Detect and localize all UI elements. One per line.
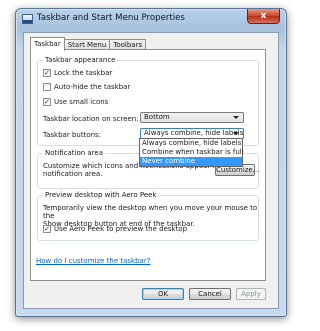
taskbar-appearance-group: Taskbar appearance ✓ Lock the taskbar Au… <box>37 56 259 146</box>
help-link[interactable]: How do I customize the taskbar? <box>36 257 150 265</box>
taskbar-location-label: Taskbar location on screen: <box>43 115 139 123</box>
dropdown-option-highlighted[interactable]: Never combine <box>140 157 242 166</box>
dialog-client: Taskbar Start Menu Toolbars Taskbar appe… <box>23 32 279 309</box>
window-icon <box>22 14 33 24</box>
ok-button[interactable]: OK <box>142 288 184 300</box>
lock-taskbar-label: Lock the taskbar <box>54 69 113 77</box>
small-icons-label: Use small icons <box>54 98 109 106</box>
taskbar-location-combo[interactable]: Bottom <box>140 112 244 123</box>
taskbar-buttons-value: Always combine, hide labels <box>144 129 244 137</box>
properties-window: Taskbar and Start Menu Properties x Task… <box>15 8 287 317</box>
taskbar-appearance-legend: Taskbar appearance <box>43 56 118 64</box>
autohide-checkbox[interactable] <box>43 83 51 91</box>
tab-panel-taskbar: Taskbar appearance ✓ Lock the taskbar Au… <box>30 49 266 281</box>
taskbar-location-value: Bottom <box>144 113 170 121</box>
aero-peek-group: Preview desktop with Aero Peek Temporari… <box>37 191 259 241</box>
lock-taskbar-row[interactable]: ✓ Lock the taskbar <box>43 69 112 77</box>
lock-taskbar-checkbox[interactable]: ✓ <box>43 69 51 77</box>
aero-peek-description-line-1: Temporarily view the desktop when you mo… <box>43 204 258 220</box>
notification-area-description-line-2: notification area. <box>43 170 103 178</box>
aero-peek-legend: Preview desktop with Aero Peek <box>43 191 159 199</box>
dropdown-option[interactable]: Always combine, hide labels <box>140 139 242 148</box>
autohide-row[interactable]: Auto-hide the taskbar <box>43 83 130 91</box>
aero-peek-row[interactable]: ✓ Use Aero Peek to preview the desktop <box>43 225 187 233</box>
apply-button[interactable]: Apply <box>236 288 266 300</box>
small-icons-checkbox[interactable]: ✓ <box>43 98 51 106</box>
taskbar-buttons-dropdown: Always combine, hide labels Combine when… <box>139 138 244 167</box>
cancel-button[interactable]: Cancel <box>189 288 231 300</box>
chevron-down-icon <box>233 116 239 119</box>
tab-taskbar[interactable]: Taskbar <box>30 37 65 51</box>
aero-peek-label: Use Aero Peek to preview the desktop <box>54 225 188 233</box>
dropdown-option[interactable]: Combine when taskbar is full <box>140 148 244 157</box>
window-title: Taskbar and Start Menu Properties <box>37 13 185 23</box>
notification-area-legend: Notification area <box>43 149 105 157</box>
aero-peek-checkbox[interactable]: ✓ <box>43 225 51 233</box>
taskbar-buttons-label: Taskbar buttons: <box>43 131 102 139</box>
chevron-down-icon <box>233 132 239 135</box>
close-button[interactable]: x <box>247 9 280 24</box>
small-icons-row[interactable]: ✓ Use small icons <box>43 98 108 106</box>
autohide-label: Auto-hide the taskbar <box>54 83 131 91</box>
